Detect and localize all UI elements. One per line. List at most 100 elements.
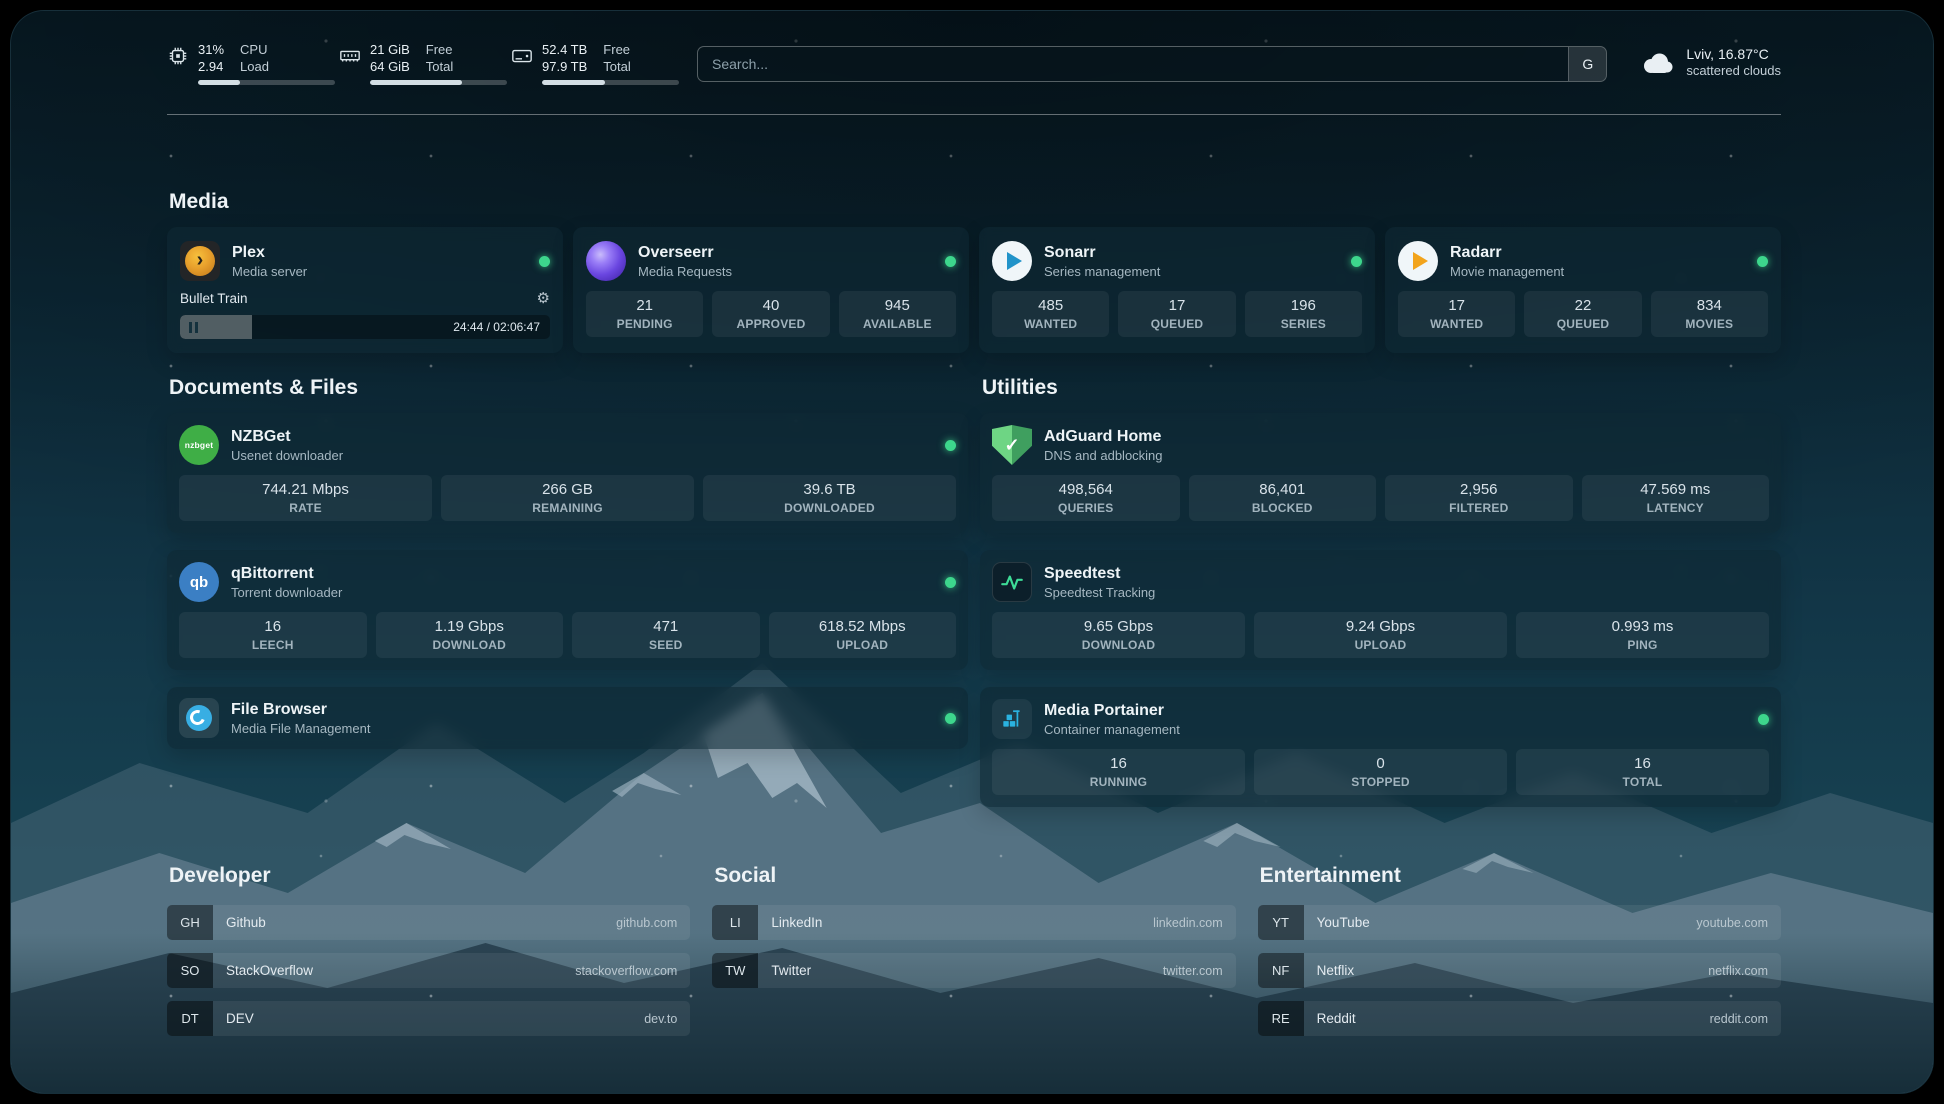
service-subtitle: Movie management: [1450, 264, 1564, 279]
service-subtitle: Media server: [232, 264, 307, 279]
playback-progress-bar[interactable]: 24:44 / 02:06:47: [180, 315, 550, 339]
disk-free-value: 52.4 TB: [542, 42, 587, 58]
stat-queued: 22 QUEUED: [1524, 291, 1641, 337]
section-utilities: Utilities ✓ AdGuard Home DNS and adblock…: [980, 375, 1781, 807]
service-name: File Browser: [231, 700, 370, 719]
status-dot-online: [1351, 256, 1362, 267]
service-subtitle: DNS and adblocking: [1044, 448, 1163, 463]
section-documents-files: Documents & Files nzbget NZBGet Usenet d…: [167, 375, 968, 807]
top-bar: 31% CPU 2.94 Load: [167, 42, 1781, 85]
status-dot-online: [539, 256, 550, 267]
gear-icon[interactable]: ⚙: [537, 290, 550, 308]
plex-icon: ›: [180, 241, 220, 281]
stat-blocked: 86,401 BLOCKED: [1189, 475, 1377, 521]
memory-widget: 21 GiB Free 64 GiB Total: [339, 42, 507, 85]
bookmark-group-social: Social LI LinkedIn linkedin.com TW Twitt…: [712, 863, 1235, 1049]
stat-available: 945 AVAILABLE: [839, 291, 956, 337]
service-name: Sonarr: [1044, 243, 1160, 262]
service-subtitle: Usenet downloader: [231, 448, 343, 463]
status-dot-online: [945, 713, 956, 724]
speedtest-icon: [992, 562, 1032, 602]
bookmark-name: DEV: [226, 1011, 254, 1026]
bookmark-twitter[interactable]: TW Twitter twitter.com: [712, 953, 1235, 988]
bookmark-abbr: LI: [712, 905, 758, 940]
bookmark-linkedin[interactable]: LI LinkedIn linkedin.com: [712, 905, 1235, 940]
cloud-icon: [1639, 50, 1675, 76]
service-name: Overseerr: [638, 243, 732, 262]
memory-total-value: 64 GiB: [370, 59, 410, 75]
radarr-icon: [1398, 241, 1438, 281]
bookmark-stackoverflow[interactable]: SO StackOverflow stackoverflow.com: [167, 953, 690, 988]
cpu-icon: [167, 45, 189, 67]
stat-series: 196 SERIES: [1245, 291, 1362, 337]
service-card-sonarr[interactable]: Sonarr Series management 485 WANTED: [979, 227, 1375, 353]
cpu-progress-bar: [198, 80, 335, 85]
stat-latency: 47.569 ms LATENCY: [1582, 475, 1770, 521]
disk-widget: 52.4 TB Free 97.9 TB Total: [511, 42, 679, 85]
stat-wanted: 485 WANTED: [992, 291, 1109, 337]
weather-location-temp: Lviv, 16.87°C: [1686, 46, 1781, 63]
section-media: Media › Plex Media server: [167, 189, 1781, 353]
service-card-filebrowser[interactable]: File Browser Media File Management: [167, 687, 968, 749]
topbar-divider: [167, 114, 1781, 115]
service-card-overseerr[interactable]: Overseerr Media Requests 21 PENDING: [573, 227, 969, 353]
bookmark-netflix[interactable]: NF Netflix netflix.com: [1258, 953, 1781, 988]
bookmark-name: Twitter: [771, 963, 811, 978]
bookmark-url: dev.to: [644, 1012, 677, 1026]
memory-icon: [339, 45, 361, 67]
sonarr-icon: [992, 241, 1032, 281]
section-title-entertainment: Entertainment: [1260, 863, 1781, 889]
search-input[interactable]: [698, 47, 1568, 81]
service-card-plex[interactable]: › Plex Media server Bullet Train ⚙: [167, 227, 563, 353]
stat-upload: 9.24 Gbps UPLOAD: [1254, 612, 1507, 658]
bookmark-github[interactable]: GH Github github.com: [167, 905, 690, 940]
service-subtitle: Series management: [1044, 264, 1160, 279]
service-subtitle: Media File Management: [231, 721, 370, 736]
adguard-shield-icon: ✓: [992, 425, 1032, 465]
service-card-nzbget[interactable]: nzbget NZBGet Usenet downloader 744.21 M…: [167, 413, 968, 533]
cpu-progress-fill: [198, 80, 240, 85]
stat-queries: 498,564 QUERIES: [992, 475, 1180, 521]
status-dot-online: [1757, 256, 1768, 267]
weather-widget: Lviv, 16.87°C scattered clouds: [1639, 46, 1781, 79]
pause-icon[interactable]: [189, 322, 198, 333]
memory-free-value: 21 GiB: [370, 42, 410, 58]
cpu-widget: 31% CPU 2.94 Load: [167, 42, 335, 85]
service-card-speedtest[interactable]: Speedtest Speedtest Tracking 9.65 Gbps D…: [980, 550, 1781, 670]
filebrowser-icon: [179, 698, 219, 738]
bookmark-reddit[interactable]: RE Reddit reddit.com: [1258, 1001, 1781, 1036]
status-dot-online: [945, 256, 956, 267]
stat-download: 1.19 Gbps DOWNLOAD: [376, 612, 564, 658]
bookmark-youtube[interactable]: YT YouTube youtube.com: [1258, 905, 1781, 940]
stat-rate: 744.21 Mbps RATE: [179, 475, 432, 521]
service-name: Media Portainer: [1044, 701, 1180, 720]
service-card-adguard[interactable]: ✓ AdGuard Home DNS and adblocking 498,56…: [980, 413, 1781, 533]
memory-total-label: Total: [426, 59, 453, 75]
stat-queued: 17 QUEUED: [1118, 291, 1235, 337]
bookmark-group-developer: Developer GH Github github.com SO StackO…: [167, 863, 690, 1049]
stat-upload: 618.52 Mbps UPLOAD: [769, 612, 957, 658]
cpu-usage-value: 31%: [198, 42, 224, 58]
service-subtitle: Media Requests: [638, 264, 732, 279]
stat-downloaded: 39.6 TB DOWNLOADED: [703, 475, 956, 521]
service-name: NZBGet: [231, 427, 343, 446]
service-card-portainer[interactable]: Media Portainer Container management 16 …: [980, 687, 1781, 807]
bookmark-name: Reddit: [1317, 1011, 1356, 1026]
stat-stopped: 0 STOPPED: [1254, 749, 1507, 795]
stat-leech: 16 LEECH: [179, 612, 367, 658]
status-dot-online: [1758, 714, 1769, 725]
service-card-qbittorrent[interactable]: qb qBittorrent Torrent downloader 16 LEE…: [167, 550, 968, 670]
bookmark-abbr: YT: [1258, 905, 1304, 940]
service-card-radarr[interactable]: Radarr Movie management 17 WANTED 2: [1385, 227, 1781, 353]
stat-download: 9.65 Gbps DOWNLOAD: [992, 612, 1245, 658]
bookmark-dev-to[interactable]: DT DEV dev.to: [167, 1001, 690, 1036]
bookmark-abbr: RE: [1258, 1001, 1304, 1036]
search-provider-button[interactable]: G: [1568, 47, 1606, 81]
service-subtitle: Torrent downloader: [231, 585, 342, 600]
bookmark-name: Github: [226, 915, 266, 930]
portainer-icon: [992, 699, 1032, 739]
bookmark-abbr: NF: [1258, 953, 1304, 988]
search-bar: G: [697, 46, 1607, 82]
bookmark-group-entertainment: Entertainment YT YouTube youtube.com NF …: [1258, 863, 1781, 1049]
section-title-developer: Developer: [169, 863, 690, 889]
